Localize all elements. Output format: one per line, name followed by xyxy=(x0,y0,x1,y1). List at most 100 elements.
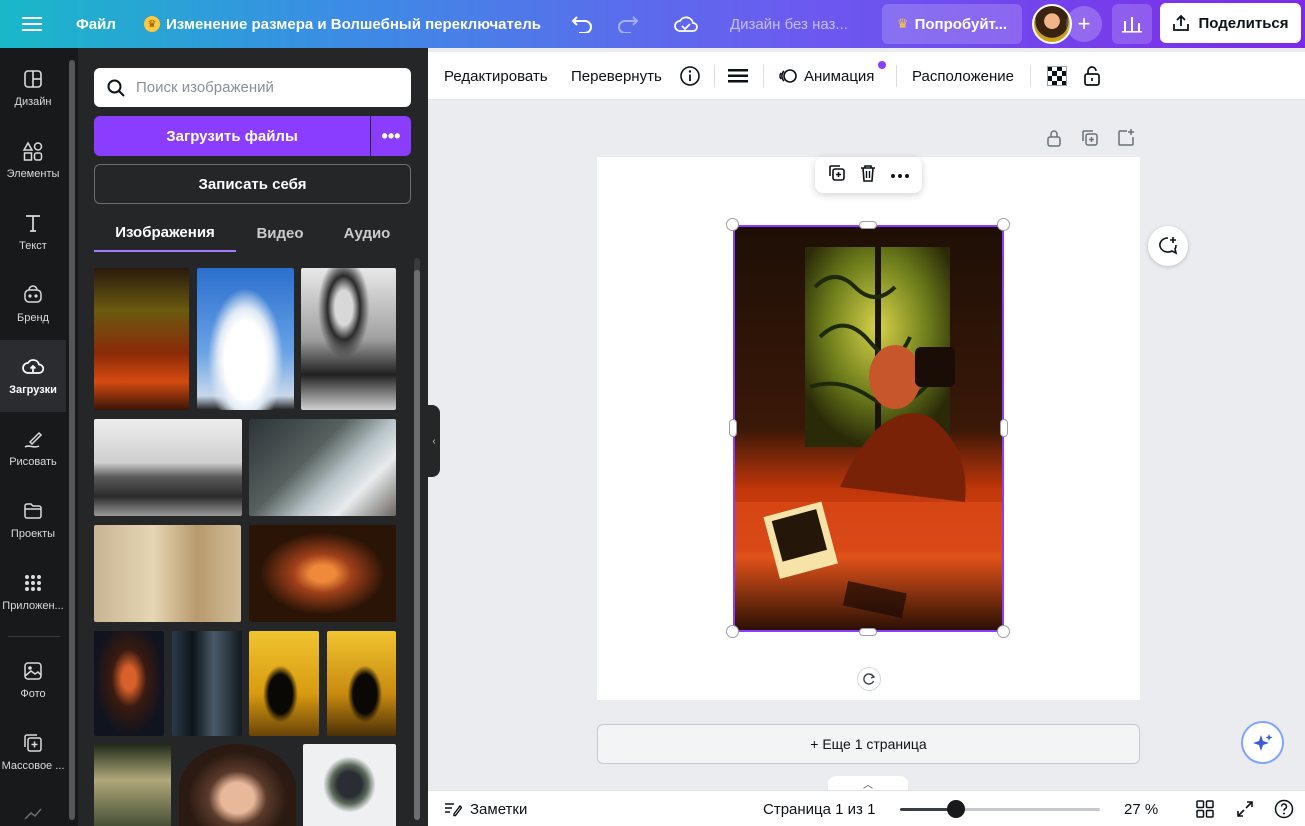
tab-images[interactable]: Изображения xyxy=(94,214,236,252)
design-name-field[interactable]: Дизайн без наз... xyxy=(722,6,856,42)
search-input[interactable] xyxy=(136,79,386,96)
zoom-slider-knob[interactable] xyxy=(947,800,965,818)
add-collaborator-button[interactable]: + xyxy=(1066,6,1102,42)
toolbar-divider xyxy=(896,65,897,87)
rail-item-projects[interactable]: Проекты xyxy=(0,484,66,556)
try-pro-button[interactable]: ♛ Попробуйт... xyxy=(882,4,1022,44)
file-menu-button[interactable]: Файл xyxy=(68,6,124,42)
zoom-level[interactable]: 27 % xyxy=(1124,791,1158,826)
feature-promo-label: Изменение размера и Волшебный переключат… xyxy=(166,15,541,33)
page-indicator[interactable]: Страница 1 из 1 xyxy=(763,791,875,826)
transparency-button[interactable] xyxy=(1047,60,1067,92)
upload-thumbnail[interactable] xyxy=(94,525,241,622)
fullscreen-button[interactable] xyxy=(1236,791,1254,826)
duplicate-page-button[interactable] xyxy=(1080,128,1102,150)
resize-handle-left[interactable] xyxy=(729,419,737,437)
rail-item-design[interactable]: Дизайн xyxy=(0,52,66,124)
upload-files-button[interactable]: Загрузить файлы xyxy=(94,116,370,156)
upload-thumbnail[interactable] xyxy=(179,744,296,826)
save-status-button[interactable] xyxy=(670,6,702,42)
duplicate-element-button[interactable] xyxy=(827,163,847,188)
upload-thumbnail[interactable] xyxy=(94,268,189,410)
upload-thumbnail[interactable] xyxy=(301,268,396,410)
rail-item-more[interactable] xyxy=(0,788,66,826)
upload-thumbnail[interactable] xyxy=(249,419,396,516)
tab-video[interactable]: Видео xyxy=(244,214,316,252)
rail-item-photos[interactable]: Фото xyxy=(0,644,66,716)
rail-item-label: Элементы xyxy=(6,168,60,180)
rail-item-bulk-create[interactable]: Массовое ... xyxy=(0,716,66,788)
rail-item-uploads[interactable]: Загрузки xyxy=(0,340,66,412)
resize-handle-bottom[interactable] xyxy=(859,628,877,636)
rail-scrollbar-thumb[interactable] xyxy=(69,60,75,820)
rail-item-brand[interactable]: Бренд xyxy=(0,268,66,340)
position-button[interactable]: Расположение xyxy=(912,60,1014,92)
show-pages-button[interactable]: ︿ xyxy=(828,776,908,791)
rail-item-elements[interactable]: Элементы xyxy=(0,124,66,196)
chevron-up-icon: ︿ xyxy=(863,779,873,791)
resize-handle-top[interactable] xyxy=(859,221,877,229)
shapes-icon xyxy=(22,141,43,161)
feature-promo-button[interactable]: ♛ Изменение размера и Волшебный переключ… xyxy=(140,6,545,42)
rail-item-label: Загрузки xyxy=(9,384,57,396)
more-options-button[interactable] xyxy=(890,166,910,184)
upload-thumbnail[interactable] xyxy=(94,744,171,826)
panel-scrollbar-thumb[interactable] xyxy=(414,270,420,820)
rail-scrollbar[interactable] xyxy=(66,48,78,826)
rail-item-draw[interactable]: Рисовать xyxy=(0,412,66,484)
magic-assistant-button[interactable] xyxy=(1241,721,1284,764)
rail-item-text[interactable]: Текст xyxy=(0,196,66,268)
record-yourself-button[interactable]: Записать себя xyxy=(94,164,411,204)
animate-button[interactable]: Анимация xyxy=(778,60,874,92)
info-button[interactable] xyxy=(679,60,701,92)
menu-button[interactable] xyxy=(14,6,50,42)
grid-view-button[interactable] xyxy=(1196,791,1214,826)
panel-scrollbar[interactable] xyxy=(414,258,420,820)
trash-icon xyxy=(861,164,876,182)
resize-handle-top-right[interactable] xyxy=(997,218,1010,231)
flip-button[interactable]: Перевернуть xyxy=(571,60,662,92)
upload-thumbnail[interactable] xyxy=(249,631,319,736)
collapse-panel-button[interactable]: ‹ xyxy=(428,405,440,477)
upload-thumbnail[interactable] xyxy=(94,631,164,736)
rail-item-apps[interactable]: Приложен... xyxy=(0,556,66,628)
add-page-icon-button[interactable] xyxy=(1116,128,1138,150)
crown-icon: ♛ xyxy=(896,16,909,31)
add-page-button[interactable]: + Еще 1 страница xyxy=(597,724,1140,764)
lock-open-icon xyxy=(1084,66,1100,86)
search-box[interactable] xyxy=(94,68,411,107)
side-rail: Дизайн Элементы Текст Бренд Загрузки Рис… xyxy=(0,48,66,826)
upload-thumbnail[interactable] xyxy=(303,744,396,826)
upload-more-button[interactable]: ••• xyxy=(371,116,411,156)
upload-thumbnail[interactable] xyxy=(249,525,396,622)
edit-image-button[interactable]: Редактировать xyxy=(444,60,548,92)
lock-button[interactable] xyxy=(1082,60,1102,92)
resize-handle-bottom-right[interactable] xyxy=(997,625,1010,638)
notes-button[interactable]: Заметки xyxy=(444,791,527,826)
share-label: Поделиться xyxy=(1198,14,1289,32)
tab-audio[interactable]: Аудио xyxy=(330,214,404,252)
add-comment-button[interactable] xyxy=(1148,226,1188,266)
rail-item-label: Бренд xyxy=(17,312,49,324)
resize-handle-top-left[interactable] xyxy=(726,218,739,231)
help-button[interactable] xyxy=(1274,791,1294,826)
rotate-handle[interactable] xyxy=(857,667,881,691)
rail-item-label: Рисовать xyxy=(9,456,57,468)
comment-add-icon xyxy=(1159,237,1178,255)
delete-element-button[interactable] xyxy=(859,163,877,188)
upload-thumbnail[interactable] xyxy=(327,631,396,736)
undo-button[interactable] xyxy=(566,6,598,42)
resize-handle-right[interactable] xyxy=(1000,419,1008,437)
bar-chart-icon xyxy=(1122,17,1142,33)
resize-handle-bottom-left[interactable] xyxy=(726,625,739,638)
upload-thumbnail[interactable] xyxy=(172,631,242,736)
share-button[interactable]: Поделиться xyxy=(1160,3,1301,43)
insights-button[interactable] xyxy=(1112,4,1152,44)
zoom-slider[interactable] xyxy=(900,800,1100,818)
upload-thumbnail[interactable] xyxy=(94,419,242,516)
upload-thumbnail[interactable] xyxy=(197,268,294,410)
redo-button[interactable] xyxy=(612,6,644,42)
page-lock-button[interactable] xyxy=(1044,128,1066,150)
selected-photo-element[interactable] xyxy=(733,225,1004,632)
border-style-button[interactable] xyxy=(728,60,748,92)
